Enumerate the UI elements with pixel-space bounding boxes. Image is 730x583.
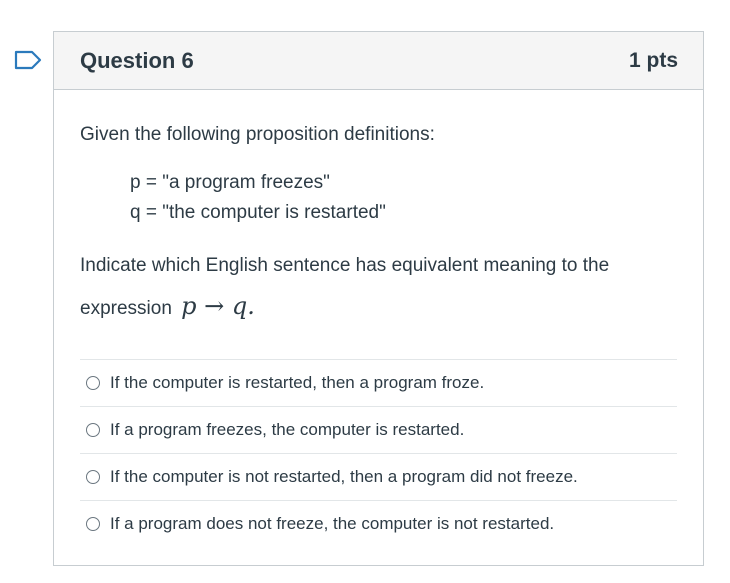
logic-expression: p → q. [181, 292, 255, 320]
answer-option[interactable]: If a program freezes, the computer is re… [80, 407, 677, 454]
answer-option[interactable]: If the computer is restarted, then a pro… [80, 360, 677, 407]
answer-option[interactable]: If the computer is not restarted, then a… [80, 454, 677, 501]
question-points: 1 pts [628, 48, 678, 72]
radio-button[interactable] [86, 517, 100, 531]
question-header: Question 6 1 pts [54, 32, 703, 90]
prompt-expression-label: expression [80, 298, 172, 319]
definition-p: p = "a program freezes" [130, 172, 330, 193]
radio-button[interactable] [86, 376, 100, 390]
question-body: Given the following proposition definiti… [54, 90, 703, 547]
question-title: Question 6 [80, 47, 194, 73]
answer-list: If the computer is restarted, then a pro… [80, 359, 677, 547]
definitions: p = "a program freezes" q = "the compute… [130, 168, 677, 228]
answer-text: If the computer is restarted, then a pro… [110, 373, 485, 392]
prompt-line-1: Indicate which English sentence has equi… [80, 255, 610, 276]
answer-text: If a program freezes, the computer is re… [110, 420, 465, 439]
prompt-line-2: expression p → q. [80, 286, 677, 329]
question-prompt: Indicate which English sentence has equi… [80, 246, 677, 329]
radio-button[interactable] [86, 423, 100, 437]
answer-text: If a program does not freeze, the comput… [110, 514, 555, 533]
radio-button[interactable] [86, 470, 100, 484]
question-card: Question 6 1 pts Given the following pro… [53, 31, 704, 566]
definition-q: q = "the computer is restarted" [130, 202, 386, 223]
flag-question-icon[interactable] [14, 50, 42, 70]
answer-text: If the computer is not restarted, then a… [110, 467, 578, 486]
answer-option[interactable]: If a program does not freeze, the comput… [80, 501, 677, 547]
question-intro: Given the following proposition definiti… [80, 124, 435, 145]
